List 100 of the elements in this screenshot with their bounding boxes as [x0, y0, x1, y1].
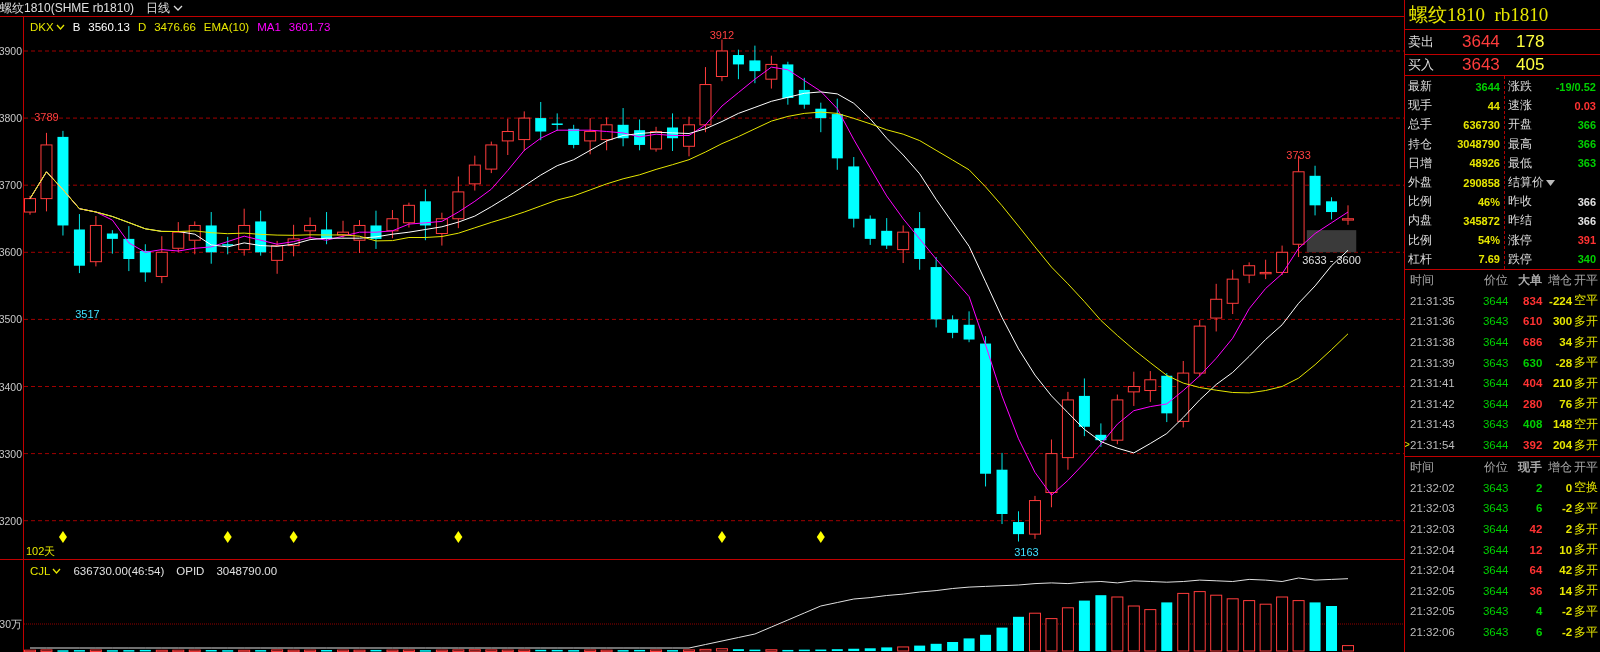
stat-label: 跌停 — [1508, 250, 1532, 268]
trade-action: 多开 — [1573, 314, 1600, 329]
column-header: 增仓 — [1547, 271, 1573, 289]
volume-bar — [815, 649, 827, 652]
axis-label: 3200 — [0, 514, 22, 527]
column-header: 开平 — [1573, 458, 1600, 476]
volume-bar — [963, 638, 975, 651]
candlestick — [205, 211, 217, 265]
column-header: 增仓 — [1547, 458, 1573, 476]
indicator-name: D — [137, 21, 147, 33]
candlestick — [89, 215, 102, 267]
candlestick — [139, 243, 151, 283]
axis-label: 3600 — [0, 246, 22, 259]
indicator-value: 3560.13 — [88, 21, 130, 33]
candlestick — [321, 211, 333, 245]
candlestick — [1177, 360, 1190, 428]
column-header: 价位 — [1483, 271, 1509, 289]
candlestick — [337, 220, 350, 239]
instrument-title: 螺纹1810(SHME rb1810) — [0, 0, 135, 17]
candlestick — [782, 61, 794, 106]
stat-label: 杠杆 — [1408, 250, 1432, 268]
candlestick — [106, 229, 118, 255]
axis-label: 3500 — [0, 313, 22, 326]
candlestick — [715, 39, 728, 82]
position-change: 204 — [1551, 439, 1573, 452]
candlestick — [386, 209, 399, 239]
trade-time: 21:32:02 — [1410, 481, 1455, 494]
stat-value: 0.03 — [1574, 99, 1596, 112]
trade-price: 3643 — [1481, 605, 1509, 618]
candlestick — [947, 314, 959, 339]
stat-value: 391 — [1577, 234, 1596, 247]
volume-bar — [1078, 600, 1090, 651]
volume-bar — [947, 642, 959, 651]
candlestick — [1259, 259, 1272, 280]
trade-action: 多开 — [1573, 437, 1600, 453]
candlestick — [568, 124, 580, 149]
trade-price: 3644 — [1481, 564, 1509, 577]
trade-volume: 36 — [1529, 584, 1543, 597]
candlestick — [535, 101, 547, 141]
candlestick — [222, 236, 234, 255]
column-header: 时间 — [1409, 458, 1435, 476]
stat-value: 54% — [1477, 234, 1500, 247]
trade-price: 3644 — [1481, 543, 1509, 556]
stat-value: 366 — [1577, 214, 1596, 227]
stat-label: 开盘 — [1508, 116, 1532, 134]
trade-volume: 42 — [1529, 523, 1543, 536]
stat-label: 比例 — [1408, 193, 1432, 211]
trade-time: 21:32:04 — [1410, 543, 1455, 556]
volume-bar — [1326, 606, 1338, 651]
trade-action: 空平 — [1573, 293, 1600, 309]
quote-volume: 405 — [1515, 55, 1545, 75]
volume-bar — [1309, 602, 1321, 651]
trade-price: 3644 — [1481, 439, 1509, 452]
period-dropdown[interactable]: 日线 — [146, 0, 184, 17]
candlestick — [848, 156, 860, 228]
caret-icon — [52, 568, 62, 574]
trade-volume: 408 — [1523, 418, 1543, 431]
signal-diamond — [717, 531, 726, 543]
candlestick — [370, 210, 382, 250]
candlestick — [634, 118, 646, 151]
trade-time: 21:32:06 — [1410, 626, 1455, 639]
candlestick — [1013, 510, 1024, 542]
trade-volume: 6 — [1535, 502, 1543, 515]
stat-value: 3644 — [1475, 80, 1500, 93]
trade-action: 多开 — [1573, 583, 1600, 599]
axis-label: 3800 — [0, 112, 22, 125]
candlestick — [1342, 204, 1354, 226]
stat-label: 内盘 — [1408, 212, 1432, 230]
candlestick — [650, 126, 663, 153]
position-change: 0 — [1564, 481, 1573, 494]
candlestick — [1193, 319, 1206, 377]
position-change: 42 — [1558, 564, 1573, 577]
trade-price: 3643 — [1481, 315, 1509, 328]
candlestick — [881, 217, 893, 250]
trade-action: 多开 — [1573, 521, 1600, 537]
candlestick — [864, 214, 876, 246]
candlestick — [1078, 377, 1090, 437]
trade-price: 3644 — [1481, 584, 1509, 597]
signal-diamond — [223, 531, 232, 543]
axis-label: 3700 — [0, 179, 22, 192]
row-marker: > — [1405, 439, 1410, 451]
candlestick — [600, 116, 613, 151]
trade-volume: 64 — [1529, 564, 1543, 577]
position-change: -224 — [1548, 294, 1573, 307]
position-change: 2 — [1564, 523, 1573, 536]
indicator-name: OPID — [176, 565, 205, 577]
trade-volume: 834 — [1523, 294, 1543, 307]
candlestick — [24, 195, 36, 216]
column-header: 价位 — [1483, 458, 1509, 476]
trade-volume: 630 — [1523, 356, 1543, 369]
stat-value: 345872 — [1463, 214, 1500, 227]
stat-label: 速涨 — [1508, 97, 1532, 115]
high-price-label: 3733 — [1286, 149, 1311, 162]
quote-label: 卖出 — [1407, 33, 1435, 51]
candlestick — [172, 221, 185, 253]
trade-time: 21:31:54 — [1410, 439, 1455, 452]
stat-label: 最低 — [1508, 154, 1532, 172]
stat-value: 366 — [1577, 138, 1596, 151]
stat-value: -19/0.52 — [1555, 80, 1596, 93]
volume-bar — [1013, 616, 1024, 651]
